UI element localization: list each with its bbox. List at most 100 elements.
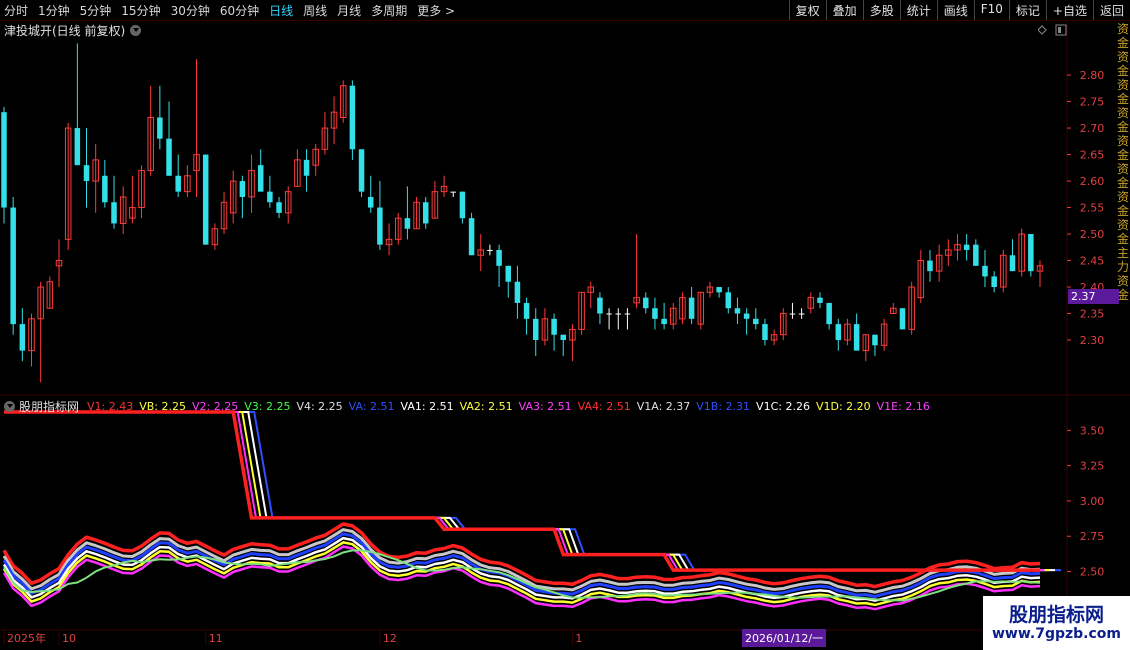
candle-body — [276, 202, 282, 213]
candle-body — [734, 308, 741, 314]
candle-body — [725, 292, 732, 309]
candle-body — [560, 334, 567, 341]
candle-body — [853, 324, 860, 351]
chart-canvas[interactable]: 2.802.752.702.652.602.552.502.452.402.35… — [0, 0, 1130, 650]
main-y-tick-label: 2.65 — [1080, 149, 1105, 162]
candle-body — [10, 207, 16, 325]
main-y-tick-label: 2.30 — [1080, 334, 1105, 347]
candle-body — [872, 334, 878, 346]
candle-body — [643, 297, 649, 309]
main-y-tick-label: 2.70 — [1080, 122, 1105, 135]
indicator-title: 股朋指标网 — [19, 400, 80, 414]
candle-body — [716, 287, 722, 293]
ind-y-tick-label: 3.50 — [1080, 424, 1105, 437]
indicator-header: 股朋指标网 V1: 2.43 VB: 2.25 V2: 2.25 V3: 2.25 V4… — [4, 398, 936, 415]
candle-body — [753, 318, 759, 325]
candle-body — [533, 318, 539, 341]
indicator-value-0: V1: 2.43 — [87, 400, 134, 413]
main-y-tick-label: 2.60 — [1080, 175, 1105, 188]
candle-body — [973, 244, 979, 266]
right-strip-text: 资金资金资金资金资金资金资金资金主力资金 — [1117, 22, 1130, 302]
indicator-value-10: V1A: 2.37 — [636, 400, 691, 413]
candle-body — [798, 313, 805, 315]
candle-body — [102, 175, 108, 203]
x-axis-label: 11 — [209, 632, 223, 645]
current-price-tag: 2.37 — [1068, 289, 1119, 304]
candle-body — [303, 159, 310, 176]
candle-body — [835, 324, 842, 341]
indicator-value-7: VA2: 2.51 — [459, 400, 513, 413]
candle-body — [487, 249, 493, 251]
ind-y-tick-label: 3.25 — [1080, 460, 1105, 473]
candle-body — [927, 260, 933, 272]
indicator-value-4: V4: 2.25 — [296, 400, 343, 413]
main-y-tick-label: 2.35 — [1080, 308, 1105, 321]
candle-body — [74, 128, 81, 166]
candle-body — [111, 202, 117, 224]
candle-body — [624, 313, 631, 315]
candle-body — [239, 181, 246, 197]
candle-body — [166, 138, 172, 176]
main-y-tick-label: 2.80 — [1080, 69, 1105, 82]
indicator-value-9: VA4: 2.51 — [577, 400, 631, 413]
candle-body — [826, 302, 832, 325]
crosshair-date-tag: 2026/01/12/一 — [742, 629, 827, 647]
indicator-value-6: VA1: 2.51 — [400, 400, 454, 413]
main-y-tick-label: 2.75 — [1080, 96, 1105, 109]
indicator-value-3: V3: 2.25 — [244, 400, 291, 413]
candle-body — [496, 249, 502, 266]
candle-body — [83, 165, 90, 182]
indicator-value-2: V2: 2.25 — [192, 400, 239, 413]
candle-body — [743, 313, 750, 319]
candle-body — [661, 318, 667, 325]
candle-body — [157, 117, 163, 139]
candle-body — [551, 318, 557, 335]
indicator-values: V1: 2.43 VB: 2.25 V2: 2.25 V3: 2.25 V4: 2.25… — [87, 400, 936, 413]
candle-body — [422, 202, 429, 224]
indicator-value-14: V1E: 2.16 — [876, 400, 930, 413]
ind-y-tick-label: 2.75 — [1080, 530, 1105, 543]
candle-body — [523, 302, 530, 319]
candle-body — [688, 297, 695, 319]
watermark-url: www.7gpzb.com — [991, 626, 1121, 642]
ind-y-tick-label: 2.50 — [1080, 566, 1105, 579]
candle-body — [982, 265, 988, 277]
candle-body — [468, 218, 475, 256]
main-y-tick-label: 2.45 — [1080, 255, 1105, 268]
candle-body — [367, 196, 374, 208]
candle-body — [817, 297, 823, 303]
candle-body — [789, 313, 796, 315]
candle-body — [202, 154, 209, 245]
indicator-value-13: V1D: 2.20 — [815, 400, 871, 413]
candle-body — [257, 165, 264, 192]
candle-body — [991, 276, 997, 288]
ind-y-tick-label: 3.00 — [1080, 495, 1105, 508]
main-y-tick-label: 2.50 — [1080, 228, 1105, 241]
candle-body — [358, 149, 365, 192]
x-axis-label: 10 — [62, 632, 76, 645]
candle-body — [459, 191, 466, 219]
indicator-value-8: VA3: 2.51 — [518, 400, 572, 413]
indicator-menu-icon[interactable] — [4, 401, 15, 412]
indicator-value-11: V1B: 2.31 — [696, 400, 751, 413]
candle-body — [377, 207, 383, 245]
x-axis-label: 1 — [575, 632, 582, 645]
candle-body — [652, 308, 658, 319]
candle-body — [899, 308, 906, 330]
x-axis-label: 12 — [383, 632, 397, 645]
indicator-value-1: VB: 2.25 — [139, 400, 187, 413]
candle-body — [762, 324, 768, 341]
watermark-title: 股朋指标网 — [1008, 604, 1104, 626]
candle-body — [514, 281, 521, 303]
candle-body — [1009, 255, 1016, 272]
candle-body — [615, 313, 622, 315]
candle-body — [1, 112, 7, 208]
candle-body — [963, 244, 970, 250]
indicator-value-5: VA: 2.51 — [348, 400, 395, 413]
candle-body — [19, 324, 26, 351]
candle-body — [505, 265, 511, 282]
candle-body — [404, 218, 411, 229]
candle-body — [267, 191, 273, 203]
watermark: 股朋指标网 www.7gpzb.com — [983, 596, 1130, 650]
candle-body — [1028, 234, 1034, 272]
